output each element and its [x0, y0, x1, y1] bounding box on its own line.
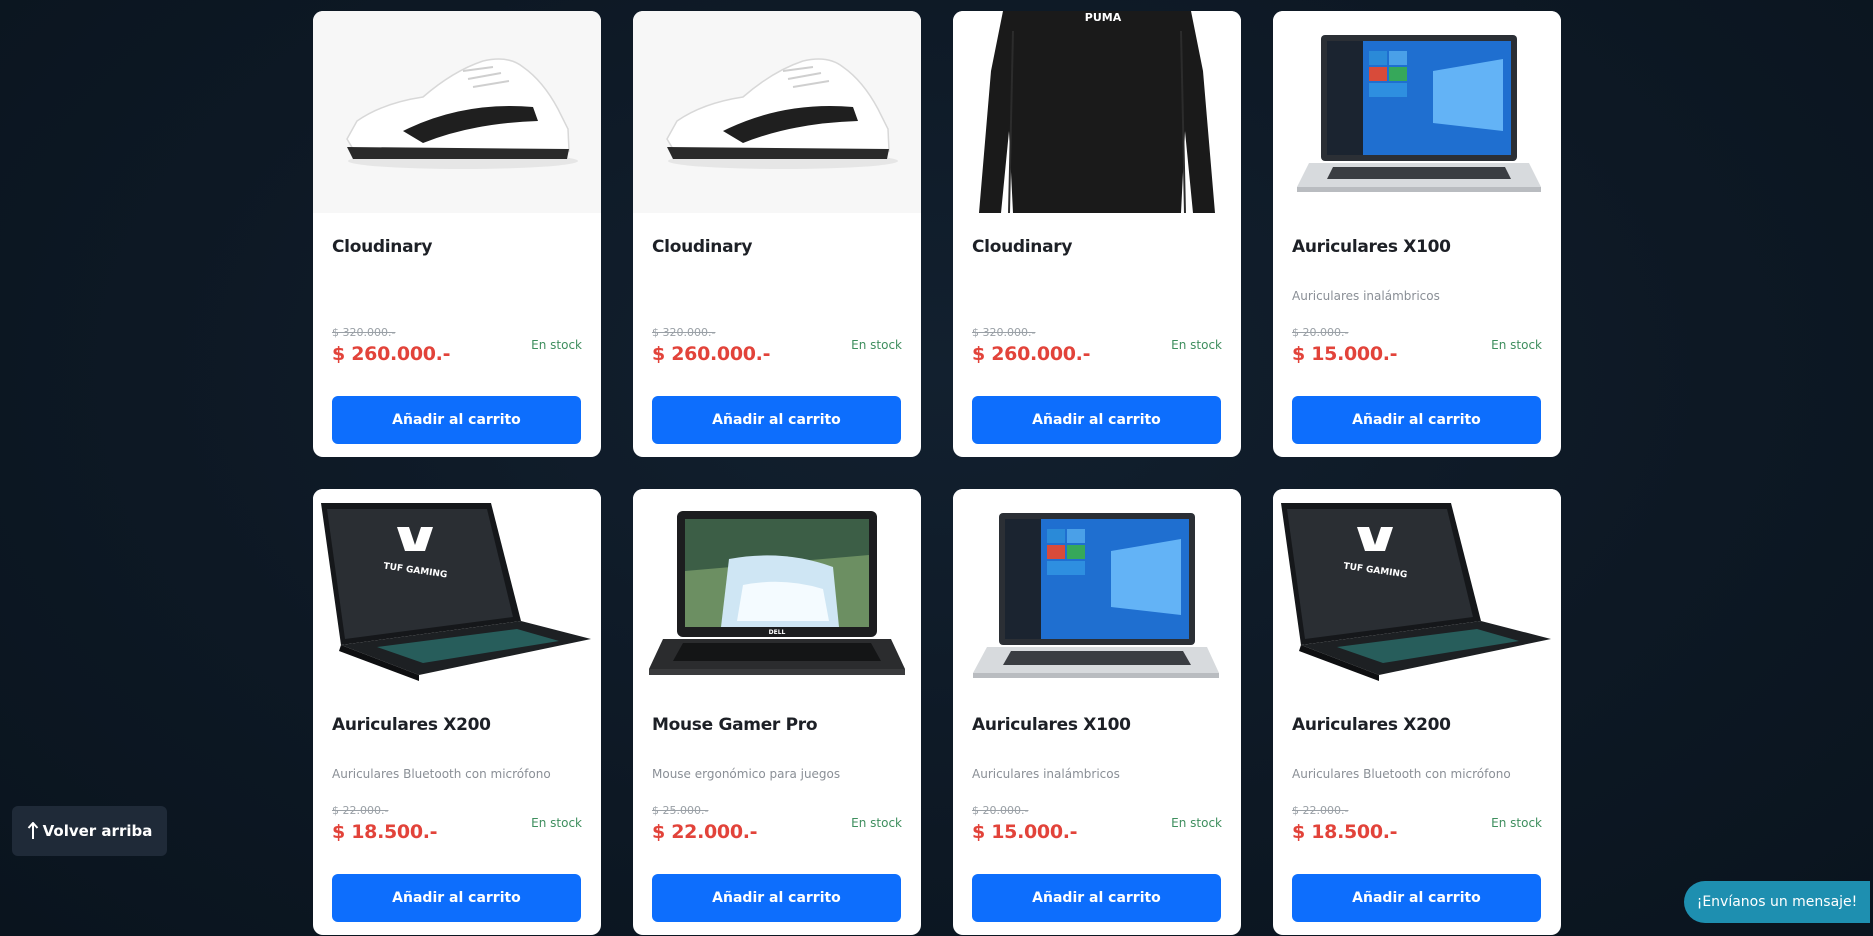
- product-card: Cloudinary $ 320.000.- $ 260.000.- En st…: [633, 11, 921, 457]
- arrow-up-icon: [27, 822, 38, 839]
- old-price: $ 20.000.-: [1292, 326, 1349, 339]
- add-to-cart-button[interactable]: Añadir al carrito: [1292, 396, 1541, 444]
- product-title[interactable]: Auriculares X200: [332, 715, 491, 735]
- product-card: DELL Mouse Gamer Pro Mouse ergonómico pa…: [633, 489, 921, 935]
- product-image[interactable]: TUF GAMING: [313, 489, 601, 691]
- product-title[interactable]: Cloudinary: [972, 237, 1072, 257]
- product-description: Auriculares Bluetooth con micrófono: [1292, 767, 1511, 781]
- stock-status: En stock: [531, 338, 582, 352]
- add-to-cart-button[interactable]: Añadir al carrito: [1292, 874, 1541, 922]
- stock-status: En stock: [531, 816, 582, 830]
- laptop-image: TUF GAMING: [321, 503, 591, 681]
- add-to-cart-button[interactable]: Añadir al carrito: [332, 874, 581, 922]
- product-description: Auriculares inalámbricos: [972, 767, 1120, 781]
- old-price: $ 20.000.-: [972, 804, 1029, 817]
- product-title[interactable]: Cloudinary: [652, 237, 752, 257]
- product-card: Cloudinary $ 320.000.- $ 260.000.- En st…: [313, 11, 601, 457]
- old-price: $ 25.000.-: [652, 804, 709, 817]
- product-image[interactable]: [313, 11, 601, 213]
- product-image[interactable]: [953, 489, 1241, 691]
- stock-status: En stock: [1491, 816, 1542, 830]
- product-title[interactable]: Cloudinary: [332, 237, 432, 257]
- product-title[interactable]: Mouse Gamer Pro: [652, 715, 818, 735]
- sneaker-image: [346, 58, 578, 169]
- product-description: Auriculares Bluetooth con micrófono: [332, 767, 551, 781]
- product-image[interactable]: PUMA: [953, 11, 1241, 213]
- add-to-cart-button[interactable]: Añadir al carrito: [652, 874, 901, 922]
- product-card: TUF GAMING Auriculares X200 Auriculares …: [1273, 489, 1561, 935]
- old-price: $ 320.000.-: [972, 326, 1036, 339]
- back-to-top-label: Volver arriba: [42, 822, 153, 840]
- current-price: $ 260.000.-: [652, 343, 771, 365]
- brand-logo: PUMA: [1085, 11, 1122, 24]
- add-to-cart-button[interactable]: Añadir al carrito: [972, 874, 1221, 922]
- current-price: $ 260.000.-: [972, 343, 1091, 365]
- product-image[interactable]: DELL: [633, 489, 921, 691]
- back-to-top-button[interactable]: Volver arriba: [12, 806, 167, 856]
- product-card: TUF GAMING Auriculares X200 Auriculares …: [313, 489, 601, 935]
- current-price: $ 260.000.-: [332, 343, 451, 365]
- stock-status: En stock: [1171, 338, 1222, 352]
- product-card: Auriculares X100 Auriculares inalámbrico…: [953, 489, 1241, 935]
- old-price: $ 320.000.-: [332, 326, 396, 339]
- sweatshirt-image: PUMA: [979, 11, 1215, 213]
- laptop-image: TUF GAMING: [1281, 503, 1551, 681]
- add-to-cart-button[interactable]: Añadir al carrito: [332, 396, 581, 444]
- product-description: Mouse ergonómico para juegos: [652, 767, 841, 781]
- product-card: PUMA Cloudinary $ 320.000.- $ 260.000.- …: [953, 11, 1241, 457]
- laptop-image: [973, 513, 1219, 678]
- stock-status: En stock: [1491, 338, 1542, 352]
- product-title[interactable]: Auriculares X200: [1292, 715, 1451, 735]
- current-price: $ 18.500.-: [332, 821, 438, 843]
- chat-button[interactable]: ¡Envíanos un mensaje!: [1684, 881, 1870, 923]
- product-image[interactable]: [1273, 11, 1561, 213]
- old-price: $ 320.000.-: [652, 326, 716, 339]
- product-grid: Cloudinary $ 320.000.- $ 260.000.- En st…: [313, 11, 1561, 935]
- stock-status: En stock: [1171, 816, 1222, 830]
- laptop-image: [1297, 35, 1541, 192]
- current-price: $ 22.000.-: [652, 821, 758, 843]
- stock-status: En stock: [851, 816, 902, 830]
- product-image[interactable]: TUF GAMING: [1273, 489, 1561, 691]
- product-description: Auriculares inalámbricos: [1292, 289, 1440, 303]
- stock-status: En stock: [851, 338, 902, 352]
- current-price: $ 15.000.-: [972, 821, 1078, 843]
- current-price: $ 18.500.-: [1292, 821, 1398, 843]
- current-price: $ 15.000.-: [1292, 343, 1398, 365]
- old-price: $ 22.000.-: [1292, 804, 1349, 817]
- product-title[interactable]: Auriculares X100: [972, 715, 1131, 735]
- add-to-cart-button[interactable]: Añadir al carrito: [972, 396, 1221, 444]
- product-image[interactable]: [633, 11, 921, 213]
- product-title[interactable]: Auriculares X100: [1292, 237, 1451, 257]
- sneaker-image: [666, 58, 898, 169]
- brand-logo: DELL: [769, 629, 786, 636]
- old-price: $ 22.000.-: [332, 804, 389, 817]
- add-to-cart-button[interactable]: Añadir al carrito: [652, 396, 901, 444]
- product-card: Auriculares X100 Auriculares inalámbrico…: [1273, 11, 1561, 457]
- laptop-image: DELL: [649, 511, 905, 675]
